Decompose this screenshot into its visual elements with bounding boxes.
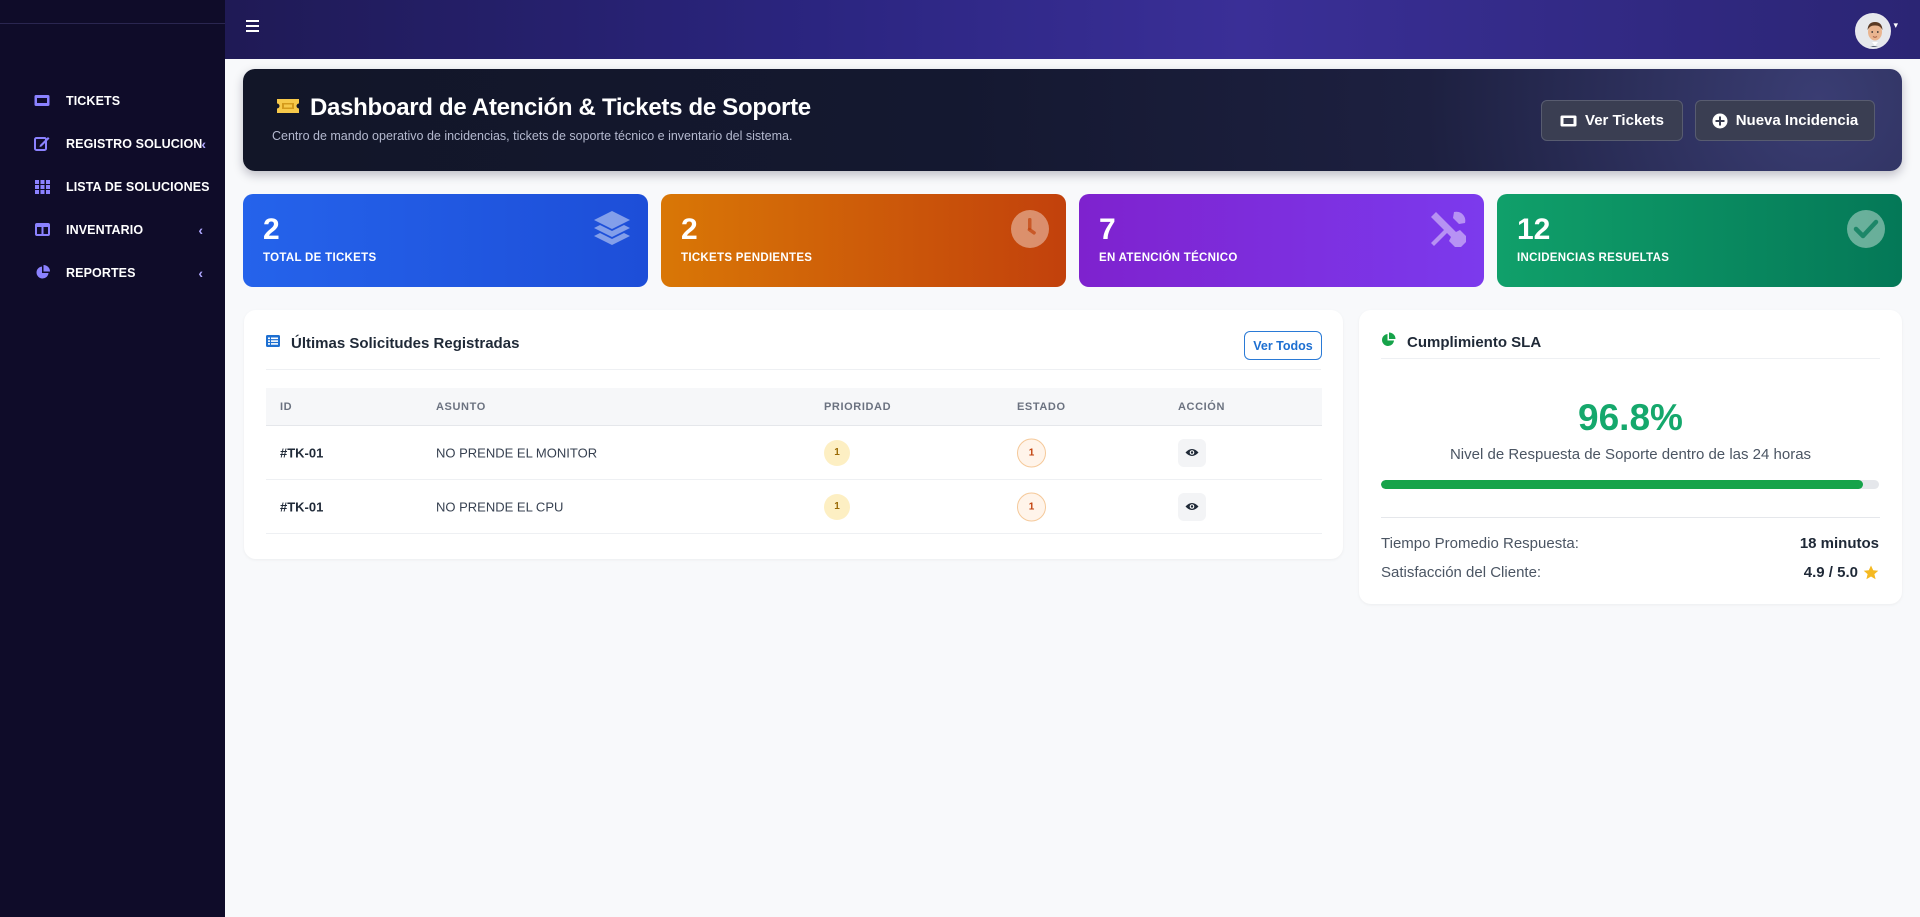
clock-icon bbox=[1010, 209, 1050, 249]
layers-icon bbox=[592, 209, 632, 249]
divider bbox=[1381, 358, 1880, 359]
divider bbox=[1381, 517, 1880, 518]
ticket-icon bbox=[276, 98, 300, 119]
sidebar-item-tickets[interactable]: TICKETS bbox=[0, 79, 225, 122]
topbar: ▾ bbox=[225, 0, 1920, 59]
star-icon bbox=[1863, 565, 1879, 580]
stat-value: 7 bbox=[1099, 213, 1116, 246]
column-header-prioridad: PRIORIDAD bbox=[824, 401, 892, 413]
column-header-accion: ACCIÓN bbox=[1178, 401, 1225, 413]
priority-badge: 1 bbox=[824, 439, 850, 466]
priority-badge: 1 bbox=[824, 493, 850, 520]
table-header: ID ASUNTO PRIORIDAD ESTADO ACCIÓN bbox=[266, 388, 1322, 426]
stat-label: EN ATENCIÓN TÉCNICO bbox=[1099, 252, 1238, 264]
sla-card: Cumplimiento SLA 96.8% Nivel de Respuest… bbox=[1359, 310, 1902, 604]
avg-response-row: Tiempo Promedio Respuesta: 18 minutos bbox=[1381, 535, 1879, 552]
eye-icon[interactable] bbox=[1178, 438, 1206, 467]
tools-icon bbox=[1428, 209, 1468, 249]
view-ticket-button[interactable] bbox=[1178, 438, 1206, 467]
stat-label: INCIDENCIAS RESUELTAS bbox=[1517, 252, 1670, 264]
edit-icon bbox=[34, 136, 50, 152]
chevron-down-icon[interactable]: ▾ bbox=[1893, 20, 1898, 31]
user-menu[interactable]: ▾ bbox=[1855, 13, 1898, 49]
new-incident-button[interactable]: Nueva Incidencia bbox=[1695, 100, 1875, 141]
card-header: Últimas Solicitudes Registradas bbox=[266, 334, 519, 352]
column-header-id: ID bbox=[280, 401, 293, 413]
satisfaction-value-wrap: 4.9 / 5.0 bbox=[1804, 564, 1879, 581]
status-badge: 1 bbox=[1017, 492, 1046, 521]
columns-icon bbox=[34, 222, 50, 238]
satisfaction-label: Satisfacción del Cliente: bbox=[1381, 564, 1542, 581]
sla-progress-bar bbox=[1381, 480, 1879, 489]
sla-progress-fill bbox=[1381, 480, 1864, 489]
sidebar-nav: TICKETS REGISTRO SOLUCION ‹ LISTA DE SOL… bbox=[0, 79, 225, 294]
table-row: #TK-01 NO PRENDE EL CPU 1 1 bbox=[266, 480, 1322, 534]
table-row: #TK-01 NO PRENDE EL MONITOR 1 1 bbox=[266, 426, 1322, 480]
satisfaction-value: 4.9 / 5.0 bbox=[1803, 564, 1858, 581]
view-tickets-button[interactable]: Ver Tickets bbox=[1541, 100, 1683, 141]
column-header-estado: ESTADO bbox=[1017, 401, 1066, 413]
dashboard-hero: Dashboard de Atención & Tickets de Sopor… bbox=[243, 69, 1902, 171]
card-title: Últimas Solicitudes Registradas bbox=[291, 334, 520, 352]
ticket-subject: NO PRENDE EL MONITOR bbox=[436, 445, 598, 460]
satisfaction-row: Satisfacción del Cliente: 4.9 / 5.0 bbox=[1381, 564, 1879, 581]
card-header: Cumplimiento SLA bbox=[1381, 332, 1541, 352]
sidebar-item-registro-solucion[interactable]: REGISTRO SOLUCION ‹ bbox=[0, 122, 225, 165]
stat-card-pending-tickets[interactable]: 2 TICKETS PENDIENTES bbox=[661, 194, 1066, 287]
divider bbox=[266, 369, 1321, 370]
chevron-left-icon: ‹ bbox=[201, 135, 206, 152]
stat-card-resolved[interactable]: 12 INCIDENCIAS RESUELTAS bbox=[1497, 194, 1902, 287]
stat-value: 2 bbox=[263, 213, 280, 246]
stat-card-in-attention[interactable]: 7 EN ATENCIÓN TÉCNICO bbox=[1079, 194, 1484, 287]
avatar[interactable] bbox=[1855, 13, 1892, 49]
sidebar-item-inventario[interactable]: INVENTARIO ‹ bbox=[0, 208, 225, 251]
sidebar-item-label: REGISTRO SOLUCION bbox=[66, 136, 203, 151]
view-ticket-button[interactable] bbox=[1178, 492, 1206, 521]
sidebar-item-label: INVENTARIO bbox=[66, 222, 144, 237]
ticket-id: #TK-01 bbox=[280, 499, 324, 514]
sidebar-item-label: LISTA DE SOLUCIONES bbox=[66, 179, 210, 194]
page-title: Dashboard de Atención & Tickets de Sopor… bbox=[276, 94, 811, 122]
ticket-icon bbox=[1560, 115, 1577, 127]
requests-table: ID ASUNTO PRIORIDAD ESTADO ACCIÓN #TK-01… bbox=[266, 388, 1322, 534]
pie-chart-icon bbox=[34, 265, 50, 281]
sla-percent: 96.8% bbox=[1578, 397, 1683, 438]
view-tickets-label: Ver Tickets bbox=[1585, 112, 1664, 129]
ticket-id: #TK-01 bbox=[280, 445, 324, 460]
pie-chart-icon bbox=[1381, 332, 1396, 352]
chevron-left-icon: ‹ bbox=[198, 264, 203, 281]
hero-title: Dashboard de Atención & Tickets de Sopor… bbox=[310, 94, 811, 121]
avg-response-value: 18 minutos bbox=[1799, 535, 1879, 552]
stat-label: TOTAL DE TICKETS bbox=[263, 252, 377, 264]
stat-value: 12 bbox=[1517, 213, 1551, 246]
chevron-left-icon: ‹ bbox=[198, 221, 203, 238]
latest-requests-card: Últimas Solicitudes Registradas Ver Todo… bbox=[244, 310, 1343, 559]
sidebar: TICKETS REGISTRO SOLUCION ‹ LISTA DE SOL… bbox=[0, 0, 225, 917]
card-title: Cumplimiento SLA bbox=[1407, 333, 1542, 351]
sidebar-divider bbox=[0, 23, 225, 24]
status-badge: 1 bbox=[1017, 438, 1046, 467]
view-all-button[interactable]: Ver Todos bbox=[1244, 331, 1322, 360]
sidebar-item-label: TICKETS bbox=[66, 93, 121, 108]
stat-value: 2 bbox=[681, 213, 698, 246]
avg-response-label: Tiempo Promedio Respuesta: bbox=[1381, 535, 1579, 552]
check-circle-icon bbox=[1846, 209, 1886, 249]
stat-label: TICKETS PENDIENTES bbox=[681, 252, 813, 264]
ticket-icon bbox=[34, 93, 50, 109]
sidebar-item-label: REPORTES bbox=[66, 265, 136, 280]
plus-circle-icon bbox=[1712, 113, 1728, 129]
new-incident-label: Nueva Incidencia bbox=[1735, 112, 1859, 129]
sidebar-item-reportes[interactable]: REPORTES ‹ bbox=[0, 251, 225, 294]
stat-card-total-tickets[interactable]: 2 TOTAL DE TICKETS bbox=[243, 194, 648, 287]
hamburger-icon[interactable] bbox=[246, 20, 260, 34]
sla-description: Nivel de Respuesta de Soporte dentro de … bbox=[1449, 446, 1812, 463]
grid-icon bbox=[34, 179, 50, 195]
eye-icon[interactable] bbox=[1178, 492, 1206, 521]
list-icon bbox=[266, 334, 280, 352]
sidebar-item-lista-soluciones[interactable]: LISTA DE SOLUCIONES bbox=[0, 165, 225, 208]
hero-subtitle: Centro de mando operativo de incidencias… bbox=[272, 129, 793, 143]
column-header-asunto: ASUNTO bbox=[436, 401, 486, 413]
ticket-subject: NO PRENDE EL CPU bbox=[436, 499, 564, 514]
